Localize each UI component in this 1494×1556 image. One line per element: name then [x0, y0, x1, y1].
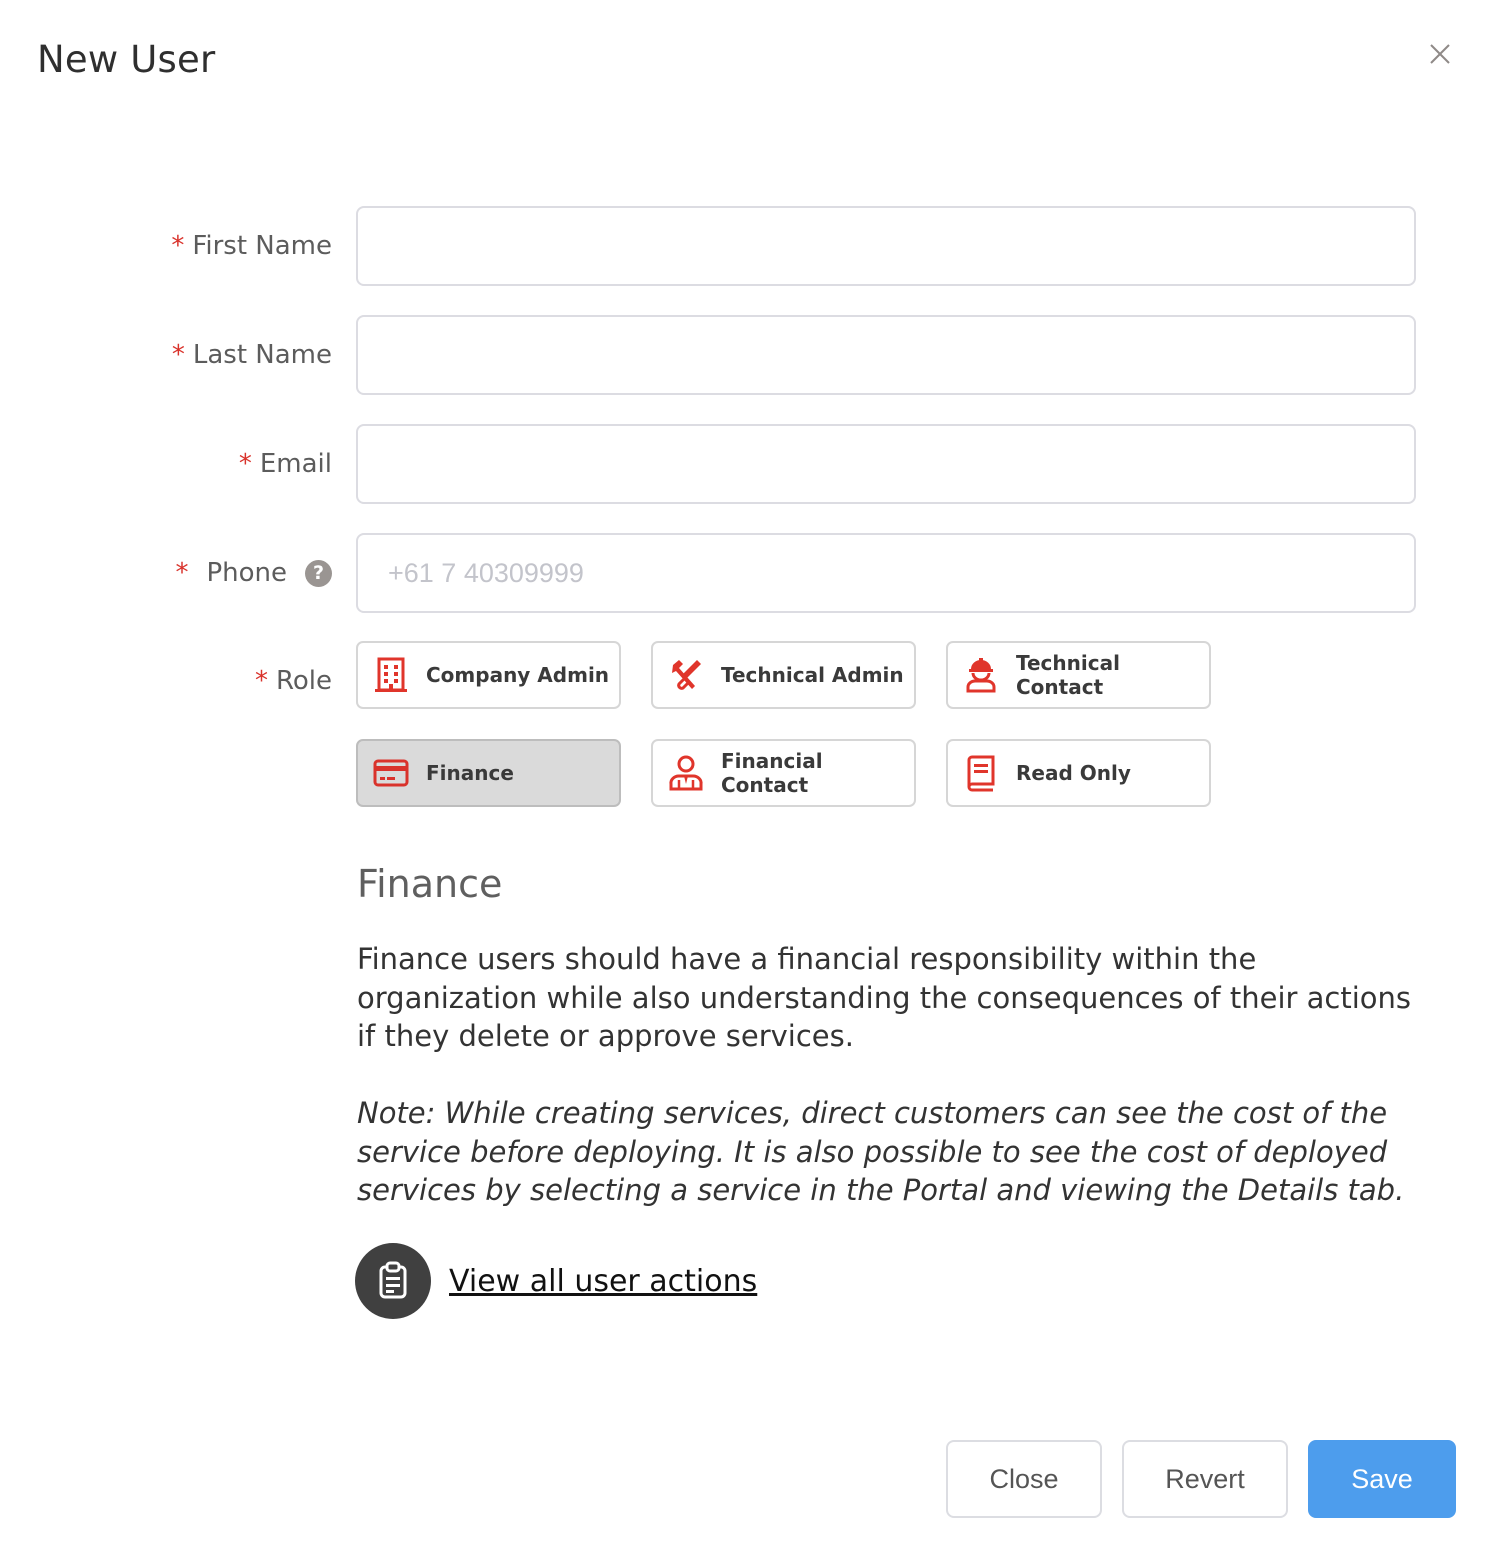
first-name-input[interactable]: [356, 206, 1416, 286]
role-label-text: Technical Contact: [1016, 651, 1120, 699]
role-technical-admin[interactable]: Technical Admin: [651, 641, 916, 709]
role-label: * Role: [254, 666, 332, 696]
help-icon[interactable]: ?: [305, 559, 332, 587]
required-marker: *: [254, 666, 268, 696]
worker-icon: [962, 656, 1000, 694]
building-icon: [372, 656, 410, 694]
close-icon[interactable]: [1426, 40, 1454, 68]
last-name-row: * Last Name: [0, 315, 1494, 395]
role-read-only[interactable]: Read Only: [946, 739, 1211, 807]
save-button[interactable]: Save: [1308, 1440, 1456, 1518]
role-finance[interactable]: Finance: [356, 739, 621, 807]
last-name-input[interactable]: [356, 315, 1416, 395]
role-description-body: Finance users should have a financial re…: [357, 942, 1412, 1053]
email-input[interactable]: [356, 424, 1416, 504]
clipboard-icon: [355, 1243, 431, 1319]
role-label-text: Technical Admin: [721, 663, 904, 687]
email-row: * Email: [0, 424, 1494, 504]
phone-row: * Phone ?: [0, 533, 1494, 613]
tools-icon: [667, 656, 705, 694]
required-marker: *: [238, 449, 252, 479]
required-marker: *: [175, 558, 189, 588]
view-user-actions-link[interactable]: View all user actions: [449, 1264, 757, 1299]
last-name-label: * Last Name: [171, 340, 332, 370]
email-label: * Email: [238, 449, 332, 479]
first-name-label: * First Name: [171, 231, 332, 261]
role-label-text: Financial Contact: [721, 749, 823, 797]
credit-card-icon: [372, 754, 410, 792]
business-person-icon: [667, 754, 705, 792]
phone-label: * Phone ?: [175, 533, 332, 613]
role-label-text: Company Admin: [426, 663, 610, 687]
role-label-text: Finance: [426, 761, 514, 785]
role-technical-contact[interactable]: Technical Contact: [946, 641, 1211, 709]
first-name-row: * First Name: [0, 206, 1494, 286]
required-marker: *: [171, 340, 185, 370]
role-description-note: Note: While creating services, direct cu…: [357, 1096, 1405, 1207]
modal-title: New User: [37, 38, 216, 81]
close-button[interactable]: Close: [946, 1440, 1102, 1518]
revert-button[interactable]: Revert: [1122, 1440, 1288, 1518]
role-label-text: Read Only: [1016, 761, 1131, 785]
role-financial-contact[interactable]: Financial Contact: [651, 739, 916, 807]
required-marker: *: [171, 231, 185, 261]
phone-input[interactable]: [356, 533, 1416, 613]
book-icon: [962, 754, 1000, 792]
role-description-title: Finance: [357, 862, 503, 906]
view-user-actions[interactable]: View all user actions: [355, 1242, 757, 1320]
role-company-admin[interactable]: Company Admin: [356, 641, 621, 709]
